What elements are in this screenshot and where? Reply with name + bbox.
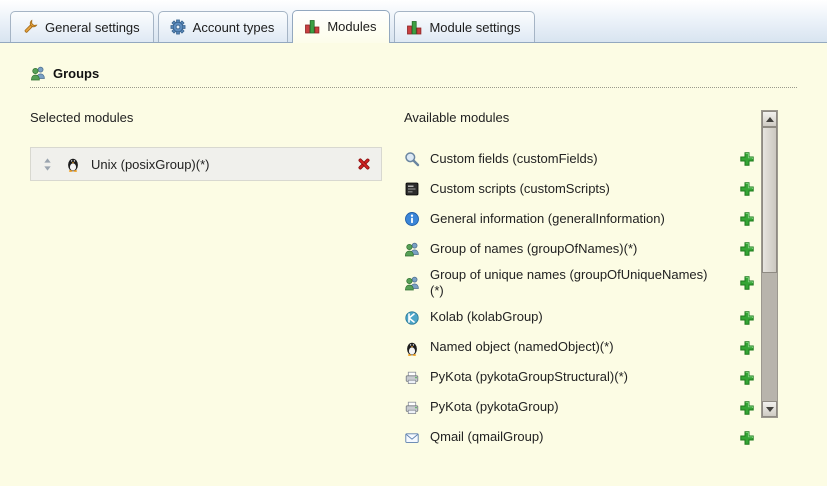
arrow-up-icon (766, 117, 774, 122)
available-modules-scrollbar[interactable] (761, 110, 778, 418)
module-label: PyKota (pykotaGroup) (430, 399, 559, 415)
available-module-row: Named object (namedObject)(*) (404, 336, 759, 360)
add-module-button[interactable] (739, 400, 755, 416)
groups-icon (30, 65, 46, 81)
available-module-row: Group of unique names (groupOfUniqueName… (404, 267, 759, 300)
info-icon (404, 211, 420, 227)
module-label: Qmail (qmailGroup) (430, 429, 543, 445)
kolab-icon (404, 310, 420, 326)
add-module-button[interactable] (739, 181, 755, 197)
penguin-icon (404, 340, 420, 356)
add-module-button[interactable] (739, 241, 755, 257)
plus-icon (739, 400, 755, 416)
section-header-groups: Groups (30, 65, 797, 88)
available-module-row: General information (generalInformation) (404, 207, 759, 231)
plus-icon (739, 151, 755, 167)
tab-label: Module settings (429, 20, 520, 35)
module-label: Kolab (kolabGroup) (430, 309, 543, 325)
selected-module-row[interactable]: Unix (posixGroup)(*) (30, 147, 382, 181)
magnifier-icon (404, 151, 420, 167)
section-title: Groups (53, 66, 99, 81)
plus-icon (739, 310, 755, 326)
module-label: Custom scripts (customScripts) (430, 181, 610, 197)
mail-icon (404, 430, 420, 446)
drag-handle[interactable] (40, 157, 55, 172)
add-module-button[interactable] (739, 340, 755, 356)
tab-modules[interactable]: Modules (292, 10, 390, 43)
tab-module-settings[interactable]: Module settings (394, 11, 534, 42)
tab-label: Account types (193, 20, 275, 35)
selected-module-label: Unix (posixGroup)(*) (91, 157, 209, 172)
add-module-button[interactable] (739, 151, 755, 167)
modules-icon (406, 19, 422, 35)
available-module-row: PyKota (pykotaGroup) (404, 396, 759, 420)
up-down-arrows-icon (40, 157, 55, 172)
scroll-down-button[interactable] (762, 401, 777, 417)
module-label: Group of names (groupOfNames)(*) (430, 241, 637, 257)
tab-account-types[interactable]: Account types (158, 11, 289, 42)
delete-x-icon (356, 156, 372, 172)
plus-icon (739, 211, 755, 227)
printer-icon (404, 370, 420, 386)
plus-icon (739, 275, 755, 291)
plus-icon (739, 340, 755, 356)
plus-icon (739, 181, 755, 197)
module-label: PyKota (pykotaGroupStructural)(*) (430, 369, 628, 385)
available-modules-list: Available modules Custom fields (customF… (404, 110, 759, 456)
scrollbar-thumb[interactable] (762, 127, 777, 273)
gear-icon (170, 19, 186, 35)
available-module-row: Kolab (kolabGroup) (404, 306, 759, 330)
module-label: Named object (namedObject)(*) (430, 339, 614, 355)
modules-icon (304, 18, 320, 34)
tab-general-settings[interactable]: General settings (10, 11, 154, 42)
add-module-button[interactable] (739, 275, 755, 291)
available-module-row: Custom scripts (customScripts) (404, 177, 759, 201)
available-module-row: Group of names (groupOfNames)(*) (404, 237, 759, 261)
group-icon (404, 241, 420, 257)
wrench-icon (22, 19, 38, 35)
remove-module-button[interactable] (356, 156, 372, 172)
add-module-button[interactable] (739, 430, 755, 446)
selected-modules-heading: Selected modules (30, 110, 382, 125)
available-module-row: Custom fields (customFields) (404, 147, 759, 171)
add-module-button[interactable] (739, 370, 755, 386)
available-modules-heading: Available modules (404, 110, 759, 125)
module-label: Custom fields (customFields) (430, 151, 598, 167)
available-module-row: Qmail (qmailGroup) (404, 426, 759, 450)
module-label: Group of unique names (groupOfUniqueName… (430, 267, 710, 300)
plus-icon (739, 370, 755, 386)
penguin-icon (65, 156, 81, 172)
plus-icon (739, 241, 755, 257)
lam-configuration-page: General settings Account types Modules M… (0, 0, 827, 486)
add-module-button[interactable] (739, 310, 755, 326)
group-icon (404, 275, 420, 291)
tab-label: Modules (327, 19, 376, 34)
available-module-row: PyKota (pykotaGroupStructural)(*) (404, 366, 759, 390)
add-module-button[interactable] (739, 211, 755, 227)
arrow-down-icon (766, 407, 774, 412)
scroll-up-button[interactable] (762, 111, 777, 127)
plus-icon (739, 430, 755, 446)
settings-tabbar: General settings Account types Modules M… (0, 0, 827, 43)
module-label: General information (generalInformation) (430, 211, 665, 227)
script-icon (404, 181, 420, 197)
printer-icon (404, 400, 420, 416)
tab-label: General settings (45, 20, 140, 35)
